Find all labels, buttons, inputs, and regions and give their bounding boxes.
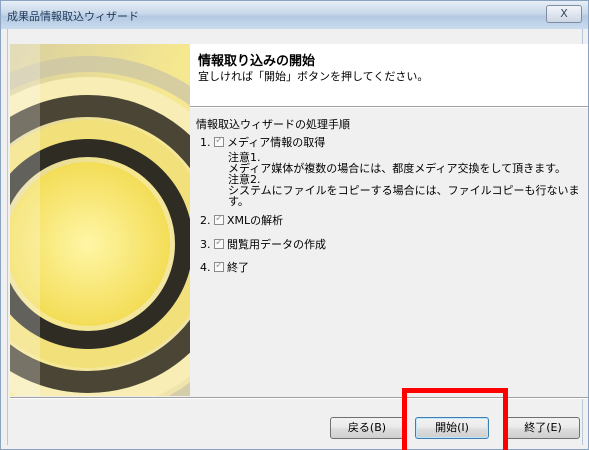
- checkbox-icon: [214, 213, 224, 225]
- step-label: XMLの解析: [227, 214, 284, 227]
- note-line: システムにファイルをコピーする場合には、ファイルコピーも行ないま: [228, 184, 580, 197]
- step-media-info: 1. メディア情報の取得: [200, 134, 325, 150]
- page-title: 情報取り込みの開始: [198, 54, 316, 69]
- checkbox-icon: [214, 260, 224, 272]
- procedure-panel: 情報取込ウィザードの処理手順 1. メディア情報の取得 注意1. メディア媒体が複…: [190, 107, 588, 397]
- step-xml-parse: 2. XMLの解析: [200, 212, 283, 228]
- step-label: メディア情報の取得: [227, 136, 326, 149]
- checkbox-icon: [214, 135, 224, 147]
- step-create-data: 3. 閲覧用データの作成: [200, 236, 326, 252]
- step-number: 2.: [200, 214, 211, 227]
- step-number: 1.: [200, 136, 211, 149]
- step-finish: 4. 終了: [200, 259, 249, 275]
- step-label: 閲覧用データの作成: [227, 238, 326, 251]
- note-line: す。: [228, 195, 249, 208]
- page-subtitle: 宜しければ「開始」ボタンを押してください。: [198, 70, 429, 83]
- checkbox-icon: [214, 237, 224, 249]
- start-button-highlight: [402, 388, 508, 450]
- close-button[interactable]: X: [546, 5, 582, 23]
- title-bar[interactable]: 成果品情報取込ウィザード X: [1, 1, 588, 29]
- close-icon: X: [560, 7, 568, 20]
- concentric-rings-graphic: [10, 44, 190, 396]
- step-notes: 注意1. メディア媒体が複数の場合には、都度メディア交換をして頂きます。 注意2…: [228, 152, 588, 207]
- step-number: 4.: [200, 261, 211, 274]
- note-line: メディア媒体が複数の場合には、都度メディア交換をして頂きます。: [228, 162, 567, 175]
- back-button[interactable]: 戻る(B): [330, 417, 404, 439]
- wizard-header: 情報取り込みの開始 宜しければ「開始」ボタンを押してください。: [190, 44, 588, 107]
- wizard-side-image: [10, 44, 190, 396]
- finish-button[interactable]: 終了(E): [506, 417, 580, 439]
- procedure-title: 情報取込ウィザードの処理手順: [196, 118, 350, 131]
- step-number: 3.: [200, 238, 211, 251]
- window-title: 成果品情報取込ウィザード: [7, 10, 139, 23]
- step-label: 終了: [227, 261, 249, 274]
